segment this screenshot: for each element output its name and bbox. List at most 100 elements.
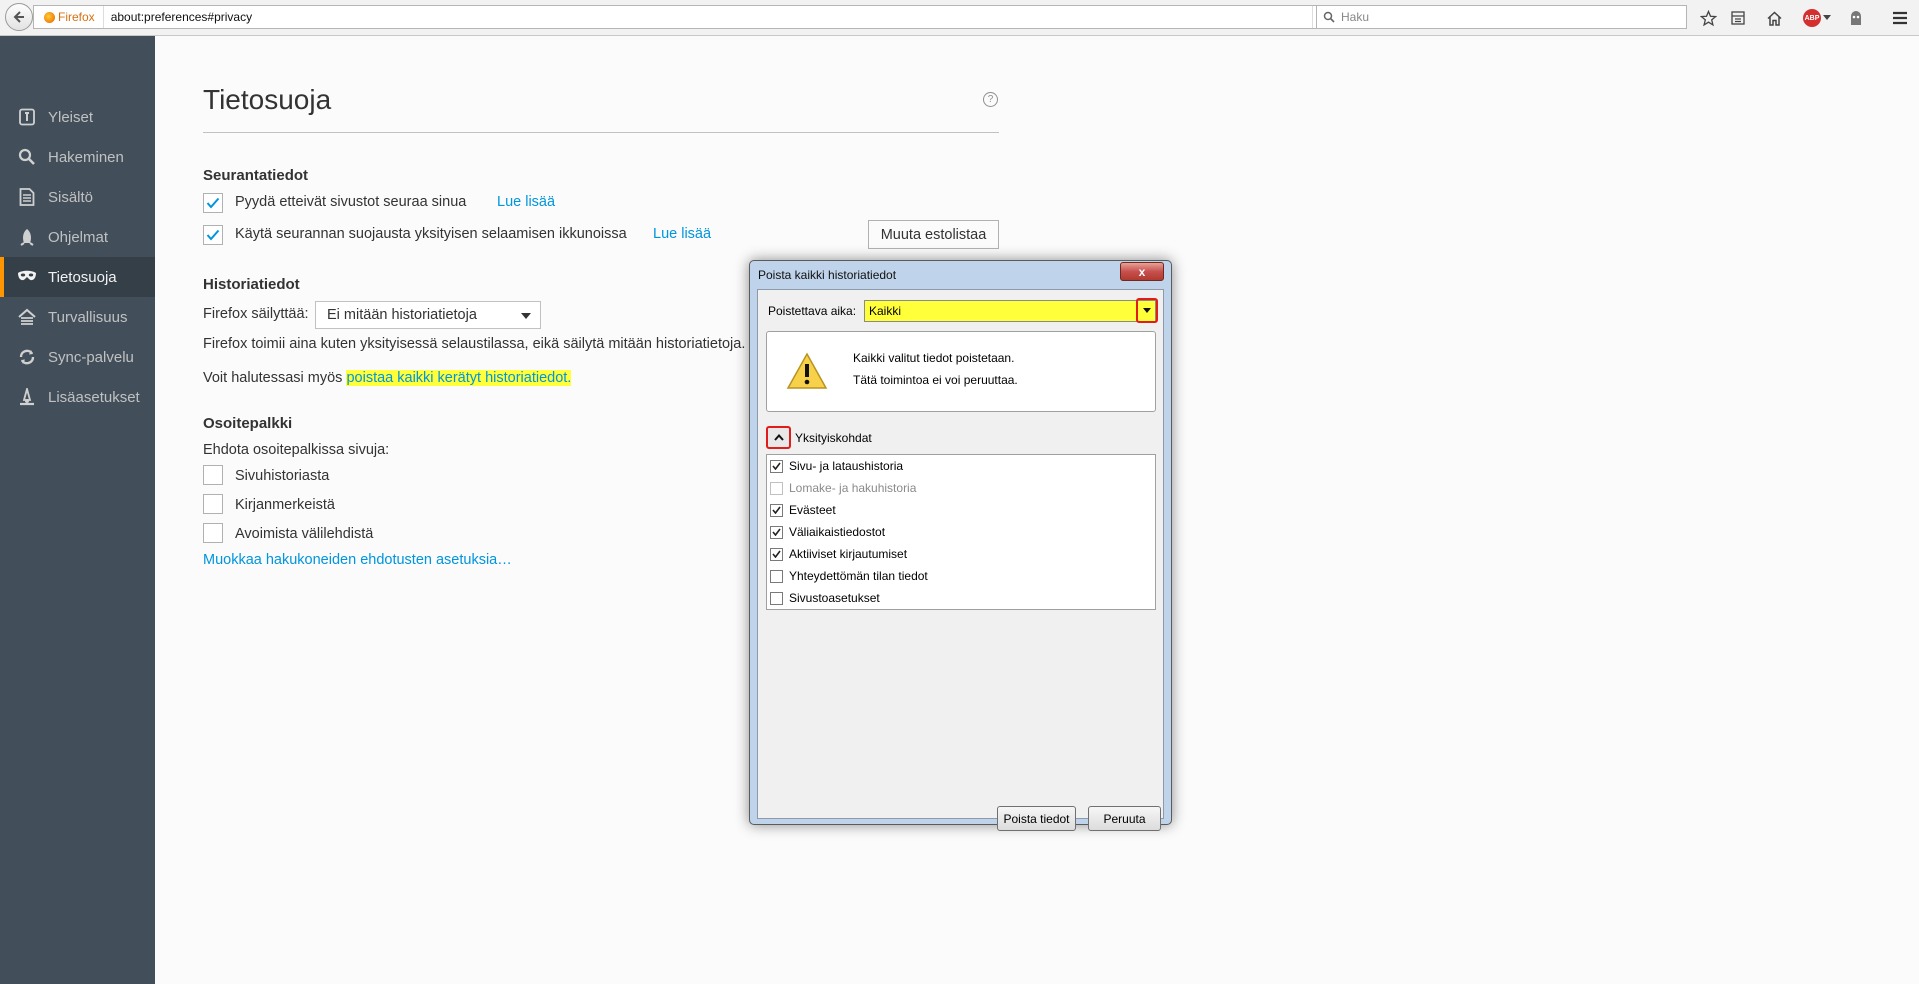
dnt-label[interactable]: Pyydä etteivät sivustot seuraa sinua: [235, 194, 466, 210]
extension-button[interactable]: [1846, 8, 1866, 28]
warning-line-1: Kaikki valitut tiedot poistetaan.: [853, 351, 1015, 365]
sidebar-item-label: Sisältö: [48, 188, 94, 206]
sidebar-item-content[interactable]: Sisältö: [0, 177, 155, 217]
time-range-dropdown-button[interactable]: [1136, 298, 1158, 323]
chevron-down-icon: [1143, 308, 1151, 313]
checkmark-icon: [206, 197, 220, 209]
checkbox[interactable]: [770, 591, 783, 605]
sidebar-item-search[interactable]: Hakeminen: [0, 137, 155, 177]
item-browsing-history[interactable]: Sivu- ja lataushistoria: [770, 457, 903, 475]
history-mode-label: Firefox säilyttää:: [203, 306, 309, 322]
adblock-plus-icon: ABP: [1803, 9, 1821, 27]
sidebar-item-security[interactable]: Turvallisuus: [0, 297, 155, 337]
checkbox[interactable]: [770, 503, 783, 517]
time-range-label: Poistettava aika:: [768, 304, 857, 318]
back-arrow-icon: [13, 11, 24, 23]
details-toggle-button[interactable]: [766, 426, 791, 449]
time-range-value: Kaikki: [869, 304, 902, 318]
suggest-history-checkbox[interactable]: [203, 465, 223, 485]
home-icon: [1766, 10, 1782, 26]
star-icon: [1699, 9, 1717, 26]
tp-learn-more-link[interactable]: Lue lisää: [653, 226, 711, 242]
suggest-bookmarks-label[interactable]: Kirjanmerkeistä: [235, 497, 335, 513]
sidebar-item-general[interactable]: Yleiset: [0, 97, 155, 137]
tracking-protection-checkbox[interactable]: [203, 225, 223, 245]
adblock-button[interactable]: ABP: [1802, 8, 1832, 28]
back-button[interactable]: [5, 3, 33, 31]
chevron-down-icon: [521, 313, 531, 319]
sidebar-item-label: Turvallisuus: [48, 308, 128, 326]
details-label[interactable]: Yksityiskohdat: [795, 431, 872, 445]
search-icon: [1323, 11, 1335, 23]
item-label: Lomake- ja hakuhistoria: [789, 481, 917, 495]
clear-now-button[interactable]: Poista tiedot: [997, 806, 1076, 831]
search-icon: [17, 147, 37, 167]
title-divider: [203, 132, 999, 133]
search-placeholder: Haku: [1341, 10, 1370, 24]
bookmarks-menu-icon: [1731, 11, 1745, 25]
suggest-history-label[interactable]: Sivuhistoriasta: [235, 468, 329, 484]
identity-label: Firefox: [58, 10, 95, 24]
item-label: Aktiiviset kirjautumiset: [789, 547, 908, 561]
suggest-open-tabs-checkbox[interactable]: [203, 523, 223, 543]
warning-box: Kaikki valitut tiedot poistetaan. Tätä t…: [766, 331, 1156, 412]
sidebar-item-privacy[interactable]: Tietosuoja: [0, 257, 155, 297]
dnt-checkbox[interactable]: [203, 193, 223, 213]
history-heading: Historiatiedot: [203, 276, 300, 293]
warning-line-2: Tätä toimintoa ei voi peruuttaa.: [853, 373, 1018, 387]
browser-toolbar: Firefox about:preferences#privacy Haku A…: [0, 0, 1919, 36]
clear-history-link[interactable]: poistaa kaikki kerätyt historiatiedot.: [346, 370, 572, 386]
suggest-open-tabs-label[interactable]: Avoimista välilehdistä: [235, 526, 373, 542]
search-suggestions-link[interactable]: Muokkaa hakukoneiden ehdotusten asetuksi…: [203, 552, 512, 568]
tracking-protection-label[interactable]: Käytä seurannan suojausta yksityisen sel…: [235, 226, 627, 242]
item-cookies[interactable]: Evästeet: [770, 501, 836, 519]
sidebar-item-label: Lisäasetukset: [48, 388, 140, 406]
item-cache[interactable]: Väliaikaistiedostot: [770, 523, 885, 541]
sidebar-item-advanced[interactable]: Lisäasetukset: [0, 377, 155, 417]
item-label: Evästeet: [789, 503, 836, 517]
cancel-button[interactable]: Peruuta: [1088, 806, 1161, 831]
bookmark-star-button[interactable]: [1698, 8, 1718, 28]
checkbox[interactable]: [770, 569, 783, 583]
suggest-label: Ehdota osoitepalkissa sivuja:: [203, 442, 390, 458]
history-description: Firefox toimii aina kuten yksityisessä s…: [203, 336, 746, 352]
help-icon[interactable]: ?: [983, 92, 998, 107]
item-form-search-history[interactable]: Lomake- ja hakuhistoria: [770, 479, 916, 497]
home-button[interactable]: [1764, 8, 1784, 28]
dialog-close-button[interactable]: x: [1120, 262, 1164, 281]
clear-history-dialog: Poista kaikki historiatiedot x Poistetta…: [749, 260, 1172, 831]
item-offline-data[interactable]: Yhteydettömän tilan tiedot: [770, 567, 928, 585]
suggest-bookmarks-checkbox[interactable]: [203, 494, 223, 514]
dnt-learn-more-link[interactable]: Lue lisää: [497, 194, 555, 210]
checkbox[interactable]: [770, 459, 783, 473]
item-active-logins[interactable]: Aktiiviset kirjautumiset: [770, 545, 907, 563]
item-site-settings[interactable]: Sivustoasetukset: [770, 589, 880, 607]
item-label: Sivustoasetukset: [789, 591, 880, 605]
sidebar-item-label: Tietosuoja: [48, 268, 117, 286]
search-bar[interactable]: Haku: [1316, 5, 1687, 29]
item-label: Väliaikaistiedostot: [789, 525, 886, 539]
security-icon: [17, 307, 37, 327]
menu-button[interactable]: [1890, 8, 1910, 28]
checkbox[interactable]: [770, 525, 783, 539]
ghost-icon: [1851, 11, 1861, 25]
history-mode-dropdown[interactable]: Ei mitään historiatietoja: [315, 301, 541, 329]
checkbox[interactable]: [770, 481, 783, 495]
checkbox[interactable]: [770, 547, 783, 561]
sidebar-item-sync[interactable]: Sync-palvelu: [0, 337, 155, 377]
checkmark-icon: [772, 506, 781, 514]
url-text[interactable]: about:preferences#privacy: [104, 10, 252, 24]
url-bar[interactable]: Firefox about:preferences#privacy: [33, 5, 1342, 29]
reading-list-button[interactable]: [1728, 8, 1748, 28]
change-blocklist-button[interactable]: Muuta estolistaa: [868, 220, 999, 249]
content-icon: [17, 187, 37, 207]
identity-box[interactable]: Firefox: [34, 6, 104, 28]
dialog-title: Poista kaikki historiatiedot: [758, 268, 897, 282]
time-range-dropdown[interactable]: Kaikki: [864, 300, 1156, 322]
sidebar-item-applications[interactable]: Ohjelmat: [0, 217, 155, 257]
hamburger-menu-icon: [1893, 11, 1907, 25]
checkmark-icon: [772, 550, 781, 558]
advanced-icon: [17, 387, 37, 407]
chevron-up-icon: [773, 434, 784, 441]
checkmark-icon: [772, 528, 781, 536]
